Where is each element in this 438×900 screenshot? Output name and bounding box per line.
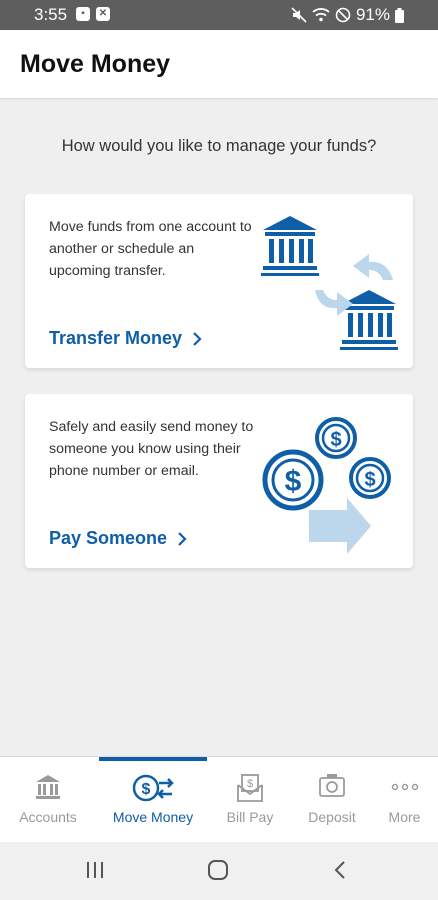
svg-text:$: $ (285, 465, 302, 498)
bank-icon (36, 775, 60, 799)
svg-text:$: $ (247, 778, 253, 790)
battery-percent: 91% (355, 5, 390, 24)
chevron-right-icon (178, 531, 187, 546)
wifi-icon (312, 8, 330, 22)
pay-someone-description: Safely and easily send money to someone … (49, 419, 254, 479)
svg-text:$: $ (142, 781, 151, 798)
transfer-money-link[interactable]: Transfer Money (49, 328, 202, 349)
more-dots-icon (391, 783, 418, 791)
nav-accounts[interactable]: Accounts (0, 757, 96, 843)
dnd-icon (335, 7, 351, 23)
svg-text:$: $ (330, 429, 341, 451)
mute-icon (291, 7, 307, 23)
nav-deposit[interactable]: Deposit (293, 757, 371, 843)
nav-deposit-label: Deposit (308, 809, 356, 825)
back-icon[interactable] (333, 860, 347, 880)
notification-icon: ▪ (76, 7, 90, 21)
pay-someone-card[interactable]: Safely and easily send money to someone … (25, 394, 413, 568)
nav-bill-pay[interactable]: $ Bill Pay (207, 757, 293, 843)
notification-icon-2: ✕ (96, 7, 110, 21)
status-time: 3:55 (34, 5, 68, 24)
nav-more[interactable]: More (371, 757, 438, 843)
bill-envelope-icon: $ (237, 774, 263, 802)
recents-icon[interactable] (85, 860, 105, 880)
dollar-transfer-icon: $ (132, 774, 174, 802)
bottom-nav: Accounts $ Move Money $ Bill Pay Deposit (0, 756, 438, 843)
page-prompt: How would you like to manage your funds? (61, 137, 377, 155)
pay-someone-link[interactable]: Pay Someone (49, 528, 187, 549)
transfer-description: Move funds from one account to another o… (49, 219, 252, 279)
pay-someone-label: Pay Someone (49, 528, 168, 548)
battery-icon (395, 7, 404, 23)
nav-more-label: More (388, 809, 421, 825)
camera-icon (319, 774, 345, 797)
nav-move-money[interactable]: $ Move Money (99, 757, 207, 843)
chevron-right-icon (193, 331, 202, 346)
svg-text:$: $ (364, 469, 375, 491)
dollar-coins-icon: $ $ $ (262, 417, 391, 554)
page-title: Move Money (20, 50, 171, 78)
status-icons: 91% (291, 5, 404, 25)
nav-bill-pay-label: Bill Pay (226, 809, 274, 825)
nav-move-money-label: Move Money (112, 809, 194, 825)
app-header: Move Money (0, 30, 438, 98)
bank-transfer-icon (261, 216, 398, 350)
status-bar: 3:55 ▪ ✕ 91% (0, 0, 438, 30)
transfer-money-label: Transfer Money (49, 328, 183, 348)
transfer-money-card[interactable]: Move funds from one account to another o… (25, 194, 413, 368)
nav-accounts-label: Accounts (19, 809, 77, 825)
home-icon[interactable] (207, 860, 229, 880)
system-nav-bar (0, 842, 438, 900)
